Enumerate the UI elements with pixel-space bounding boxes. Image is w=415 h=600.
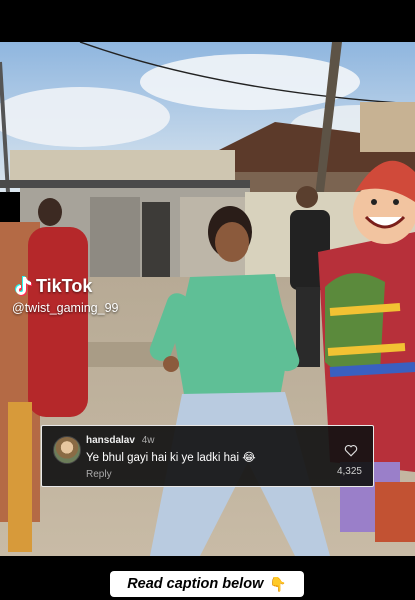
- reply-button[interactable]: Reply: [86, 469, 112, 480]
- avatar[interactable]: [53, 436, 81, 464]
- like-count: 4,325: [336, 466, 362, 477]
- tiktok-brand-text: TikTok: [36, 275, 93, 296]
- caption-banner: Read caption below 👇: [110, 571, 304, 597]
- comment-username-text[interactable]: hansdalav: [86, 435, 135, 446]
- video-frame[interactable]: TikTok @twist_gaming_99 hansdalav 4w Ye …: [0, 42, 415, 556]
- comment-text: Ye bhul gayi hai ki ye ladki hai 😂: [86, 452, 256, 464]
- tiktok-note-icon: [15, 276, 32, 296]
- tiktok-logo: TikTok: [12, 275, 119, 297]
- caption-text: Read caption below: [127, 576, 264, 592]
- heart-outline-icon[interactable]: [344, 444, 358, 457]
- comment-username[interactable]: hansdalav 4w: [86, 435, 155, 446]
- comment-card[interactable]: hansdalav 4w Ye bhul gayi hai ki ye ladk…: [41, 425, 374, 487]
- creator-handle: @twist_gaming_99: [12, 301, 119, 315]
- comment-time: 4w: [141, 435, 155, 446]
- tiktok-watermark: TikTok @twist_gaming_99: [12, 275, 119, 316]
- pointing-down-icon: 👇: [269, 576, 287, 592]
